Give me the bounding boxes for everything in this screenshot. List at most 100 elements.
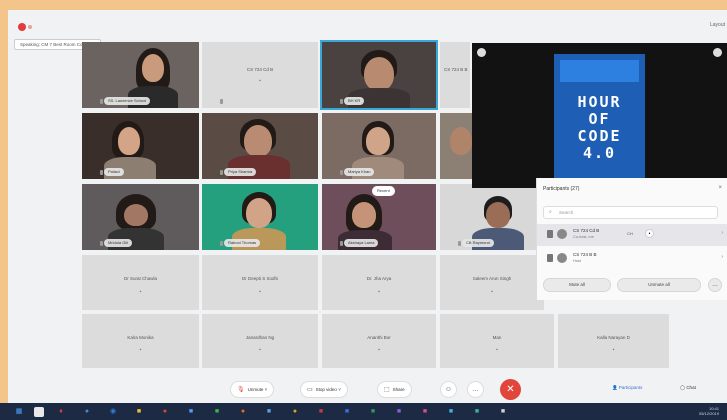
video-tile[interactable]: Mariya Kiran	[322, 113, 436, 179]
name-tile[interactable]: Kalla Narayan D ▪	[558, 314, 669, 368]
mic-icon: 🎙	[237, 387, 245, 393]
chat-label: Chat	[686, 385, 696, 390]
mic-off-icon: ▪	[378, 289, 380, 296]
more-icon[interactable]: •	[645, 229, 654, 238]
search-icon[interactable]	[34, 407, 44, 417]
share-label: Share	[392, 387, 405, 392]
participant-name: Mridula Gill	[104, 239, 133, 247]
video-tile[interactable]: Pallavi	[82, 113, 199, 179]
name-tile[interactable]: Man ▪	[440, 314, 554, 368]
name-tile[interactable]: Dr. Jha Arya ▪	[322, 255, 436, 310]
app-icon[interactable]: ■	[186, 407, 196, 417]
expand-icon[interactable]	[713, 48, 722, 57]
recent-badge: Recent	[372, 186, 395, 196]
browser-icon[interactable]: ◉	[108, 407, 118, 417]
app-icon[interactable]: ■	[420, 407, 430, 417]
end-call-icon: ✕	[506, 384, 515, 395]
chat-button[interactable]: ◯ Chat	[680, 385, 696, 391]
mic-off-icon: ▪	[139, 347, 142, 354]
share-button[interactable]: ⬚ Share	[377, 381, 412, 398]
search-icon: ⌕	[549, 209, 552, 215]
participant-search-input[interactable]: ⌕ Search	[543, 206, 718, 219]
name-tile[interactable]: Dr Surat Chawla ▪	[82, 255, 199, 310]
start-icon[interactable]: ▦	[14, 407, 24, 417]
emoji-icon[interactable]: ☺	[440, 381, 457, 398]
participant-name: BH KR	[344, 97, 365, 105]
video-tile[interactable]: SS. Lawrence School	[82, 42, 199, 108]
name-tile[interactable]: Ananthi Bor ▪	[322, 314, 436, 368]
participant-name: Priya Sharma	[224, 168, 257, 176]
mic-off-icon: ▪	[259, 347, 261, 354]
mic-off-icon: ▪	[491, 289, 493, 296]
participant-name: Kalla Narayan D	[597, 334, 630, 340]
participant-row[interactable]: CS 724 B B Host ›	[537, 248, 727, 270]
end-call-button[interactable]: ✕	[500, 379, 521, 400]
video-tile-active-speaker[interactable]: BH KR	[320, 40, 438, 110]
participant-row-role: Host	[573, 259, 581, 263]
recording-indicator-icon	[28, 25, 32, 29]
close-icon[interactable]: ×	[718, 185, 722, 191]
app-icon[interactable]: ●	[160, 407, 170, 417]
app-icon[interactable]: ■	[446, 407, 456, 417]
app-icon[interactable]: ♦	[56, 407, 66, 417]
name-tile[interactable]: Dr Deepti S Sodhi ▪	[202, 255, 318, 310]
participant-row[interactable]: CS 724 Cd B Co-host, me CH • ›	[537, 224, 727, 246]
app-icon[interactable]: ●	[82, 407, 92, 417]
mic-off-icon: ▪	[496, 347, 498, 354]
windows-taskbar: ▦ ♦ ● ◉ ■ ● ■ ■ ● ■ ● ■ ■ ■ ■ ■ ■ ■ ■ 10…	[0, 403, 727, 420]
name-tile[interactable]: Kalra Monika ▪	[82, 314, 199, 368]
minimize-icon[interactable]	[477, 48, 486, 57]
app-icon[interactable]: ■	[212, 407, 222, 417]
app-icon[interactable]: ■	[498, 407, 508, 417]
participant-name: Dr Surat Chawla	[123, 275, 157, 281]
participants-icon: 👤	[612, 385, 618, 390]
app-icon[interactable]: ■	[342, 407, 352, 417]
mic-off-icon: ▪	[259, 289, 261, 296]
mic-off-icon	[100, 241, 103, 246]
video-tile[interactable]: Akshaya Lama Recent	[322, 184, 436, 250]
poster-line: CODE	[577, 127, 622, 145]
app-icon[interactable]: ■	[316, 407, 326, 417]
folder-icon[interactable]: ■	[134, 407, 144, 417]
stop-video-button[interactable]: ▭ Stop video ˅	[300, 381, 348, 398]
mic-off-icon: ▪	[259, 78, 261, 85]
app-icon[interactable]: ■	[472, 407, 482, 417]
name-tile[interactable]: CS 724 Cd B ▪	[202, 42, 318, 108]
participant-name: SS. Lawrence School	[104, 97, 151, 105]
mic-off-icon	[458, 241, 461, 246]
app-icon[interactable]: ●	[238, 407, 248, 417]
mic-off-icon	[340, 170, 343, 175]
video-tile[interactable]: Priya Sharma	[202, 113, 318, 179]
participant-row-tag: CH	[627, 231, 633, 236]
participants-button[interactable]: 👤 Participants	[612, 385, 642, 391]
mic-off-icon	[340, 99, 343, 104]
participant-row-role: Co-host, me	[573, 235, 594, 239]
mic-off-icon: ▪	[612, 347, 615, 354]
mic-off-icon	[220, 241, 223, 246]
app-icon[interactable]: ■	[368, 407, 378, 417]
name-tile[interactable]: Saleem Arun Singh ▪	[440, 255, 544, 310]
name-tile[interactable]: Janardhan Ng ▪	[202, 314, 318, 368]
clock-date: 05/12/2019	[698, 411, 719, 416]
shared-content-panel: HOUR OF CODE 4.0	[472, 43, 727, 188]
video-icon: ▭	[307, 387, 313, 393]
mute-all-button[interactable]: Mute all	[543, 278, 611, 292]
video-tile[interactable]: Raboni Thomas	[202, 184, 318, 250]
more-icon[interactable]: …	[708, 278, 722, 292]
app-icon[interactable]: ■	[264, 407, 274, 417]
layout-button[interactable]: Layout	[710, 22, 725, 28]
unmute-button[interactable]: 🎙 Unmute ˅	[230, 381, 275, 398]
video-tile[interactable]: Mridula Gill	[82, 184, 199, 250]
participant-name: CB Raymond	[462, 239, 494, 247]
more-icon[interactable]: …	[467, 381, 484, 398]
app-icon[interactable]: ■	[394, 407, 404, 417]
app-icon[interactable]: ●	[290, 407, 300, 417]
participant-name: Pallavi	[104, 168, 124, 176]
chat-icon: ◯	[680, 385, 686, 390]
meeting-controls: 🎙 Unmute ˅ ▭ Stop video ˅ ⬚ Share ☺ … ✕ 👤 P…	[8, 376, 727, 403]
name-tile[interactable]: CS 724 B B	[440, 42, 470, 108]
poster-line: 4.0	[582, 144, 617, 162]
unmute-all-button[interactable]: Unmute all	[617, 278, 701, 292]
share-icon: ⬚	[384, 387, 390, 393]
participant-name: Janardhan Ng	[245, 334, 275, 340]
